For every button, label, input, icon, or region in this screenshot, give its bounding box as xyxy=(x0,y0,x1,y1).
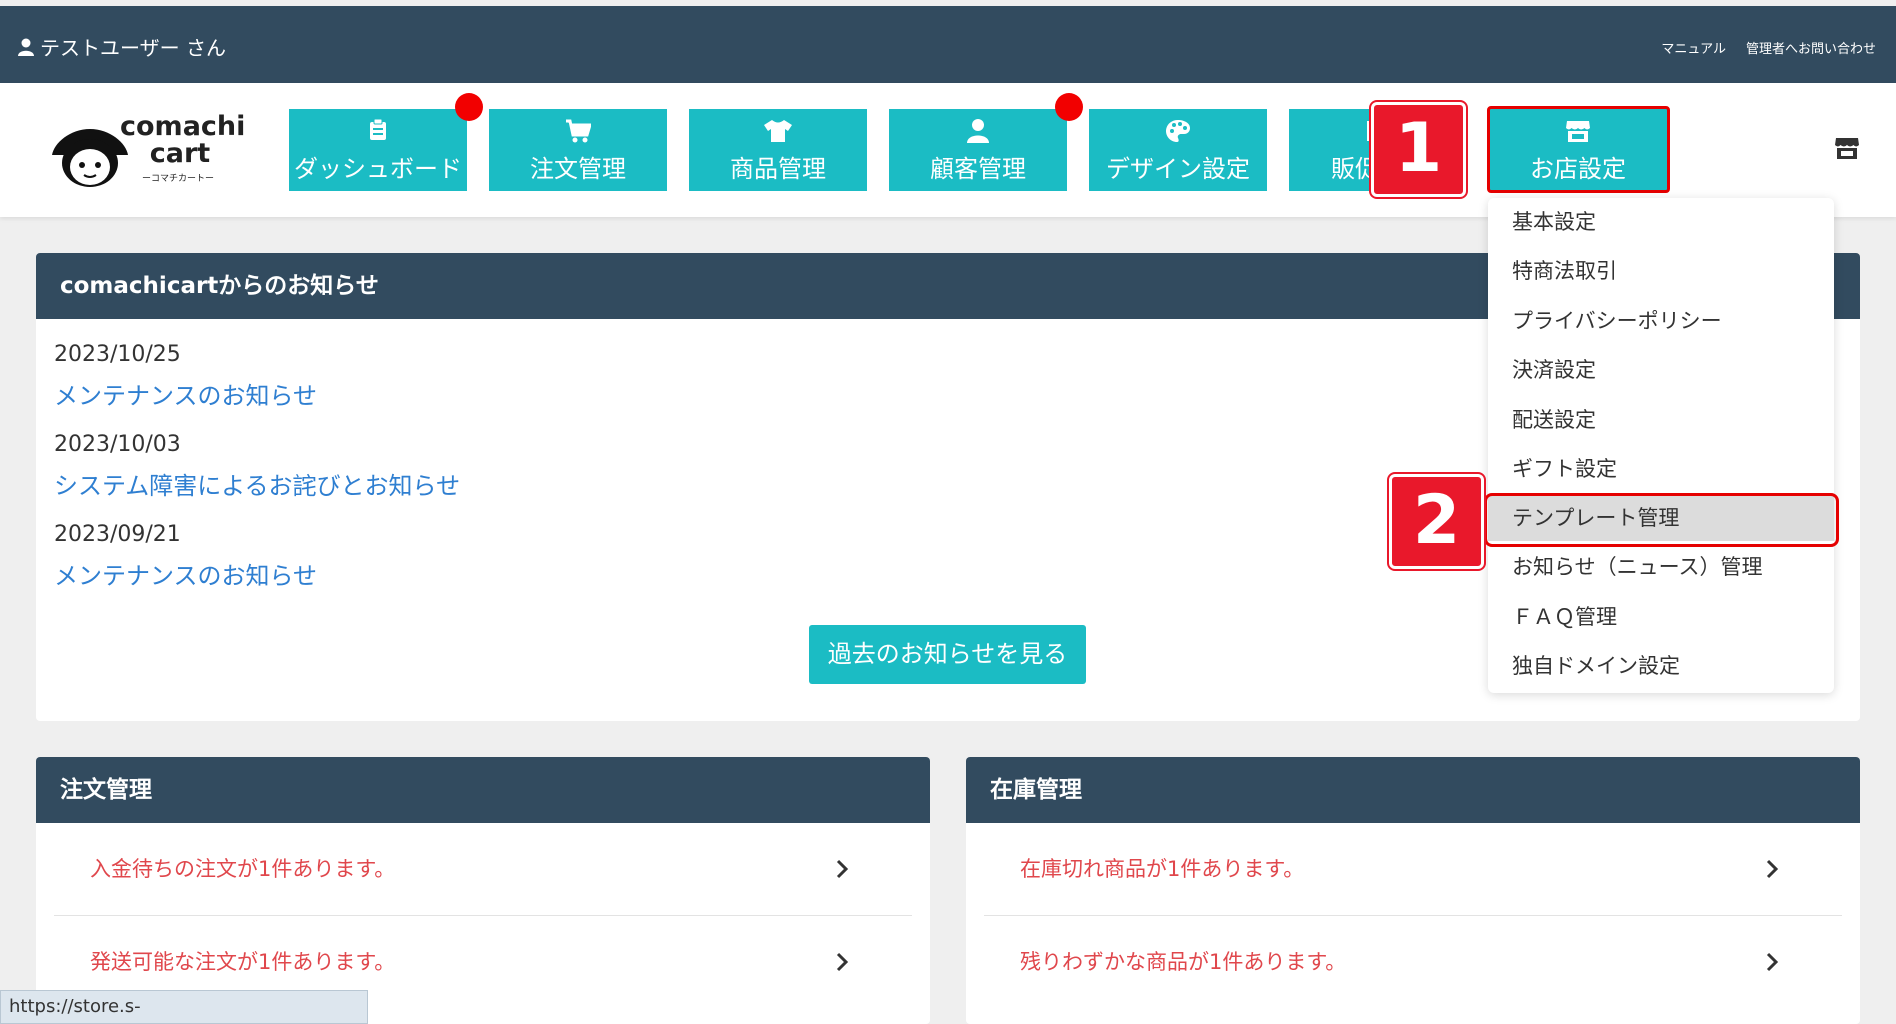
stock-row-text: 在庫切れ商品が1件あります。 xyxy=(1020,857,1305,881)
cart-icon xyxy=(566,119,591,143)
step-2-highlight-frame xyxy=(1484,493,1839,547)
user-icon xyxy=(18,38,34,56)
logo-mascot-icon xyxy=(52,129,128,187)
stock-panel-heading: 在庫管理 xyxy=(966,757,1860,823)
contact-admin-link[interactable]: 管理者へお問い合わせ xyxy=(1746,38,1876,57)
nav-dashboard-label: ダッシュボード xyxy=(294,155,462,183)
orders-panel: 注文管理 入金待ちの注文が1件あります。 発送可能な注文が1件あります。 xyxy=(36,757,930,1024)
manual-link[interactable]: マニュアル xyxy=(1661,38,1726,57)
menu-item-basic-settings[interactable]: 基本設定 xyxy=(1488,200,1834,245)
dashboard-alert-dot xyxy=(455,93,483,121)
nav-orders-button[interactable]: 注文管理 xyxy=(489,109,667,191)
menu-item-gift-settings[interactable]: ギフト設定 xyxy=(1488,447,1834,492)
notice-link[interactable]: メンテナンスのお知らせ xyxy=(54,556,317,591)
user-info[interactable]: テストユーザー さん xyxy=(18,32,226,61)
nav-products-button[interactable]: 商品管理 xyxy=(689,109,867,191)
menu-item-shipping-settings[interactable]: 配送設定 xyxy=(1488,398,1834,443)
nav-customers-label: 顧客管理 xyxy=(930,155,1026,183)
stock-row-text: 残りわずかな商品が1件あります。 xyxy=(1020,950,1347,974)
stock-row[interactable]: 在庫切れ商品が1件あります。 xyxy=(984,823,1842,916)
main-header: comachi cart ーコマチカートー ダッシュボード 注文管理 商品管理 … xyxy=(0,83,1896,217)
step-2-badge: 2 xyxy=(1389,474,1484,569)
store-settings-menu: 基本設定 特商法取引 プライバシーポリシー 決済設定 配送設定 ギフト設定 テン… xyxy=(1488,198,1834,693)
chevron-right-icon xyxy=(836,952,849,972)
notice-link[interactable]: システム障害によるお詫びとお知らせ xyxy=(54,466,460,501)
chevron-right-icon xyxy=(1766,952,1779,972)
nav-design-label: デザイン設定 xyxy=(1106,155,1250,183)
menu-item-payment-settings[interactable]: 決済設定 xyxy=(1488,348,1834,393)
stock-panel: 在庫管理 在庫切れ商品が1件あります。 残りわずかな商品が1件あります。 xyxy=(966,757,1860,1024)
customers-alert-dot xyxy=(1055,93,1083,121)
user-icon xyxy=(967,119,989,143)
nav-products-label: 商品管理 xyxy=(730,155,826,183)
status-bar-url: https://store.s-flyingfox.com/store/temp… xyxy=(0,990,368,1024)
tshirt-icon xyxy=(764,120,792,142)
past-notices-button[interactable]: 過去のお知らせを見る xyxy=(809,625,1086,684)
notice-link[interactable]: メンテナンスのお知らせ xyxy=(54,376,317,411)
step-1-badge: 1 xyxy=(1371,102,1466,197)
comachi-cart-logo[interactable]: comachi cart ーコマチカートー xyxy=(50,111,246,193)
notice-date: 2023/10/03 xyxy=(54,432,181,457)
top-bar: テストユーザー さん マニュアル 管理者へお問い合わせ xyxy=(0,6,1896,83)
menu-item-faq-management[interactable]: ＦＡＱ管理 xyxy=(1488,595,1834,640)
palette-icon xyxy=(1166,120,1190,142)
chevron-right-icon xyxy=(836,859,849,879)
nav-design-button[interactable]: デザイン設定 xyxy=(1089,109,1267,191)
notice-date: 2023/10/25 xyxy=(54,342,181,367)
menu-item-news-management[interactable]: お知らせ（ニュース）管理 xyxy=(1488,545,1834,590)
orders-row[interactable]: 入金待ちの注文が1件あります。 xyxy=(54,823,912,916)
nav-customers-button[interactable]: 顧客管理 xyxy=(889,109,1067,191)
orders-row-text: 入金待ちの注文が1件あります。 xyxy=(90,857,396,881)
clipboard-icon xyxy=(370,119,386,140)
menu-item-privacy-policy[interactable]: プライバシーポリシー xyxy=(1488,299,1834,344)
user-name: テストユーザー さん xyxy=(40,36,226,60)
nav-orders-label: 注文管理 xyxy=(530,155,626,183)
notice-date: 2023/09/21 xyxy=(54,522,181,547)
logo-subtitle: ーコマチカートー xyxy=(142,174,215,184)
step-1-highlight-frame xyxy=(1487,106,1670,193)
menu-item-custom-domain[interactable]: 独自ドメイン設定 xyxy=(1488,644,1834,689)
chevron-right-icon xyxy=(1766,859,1779,879)
nav-dashboard-button[interactable]: ダッシュボード xyxy=(289,109,467,191)
logo-wordmark: comachi cart xyxy=(120,111,246,169)
store-icon[interactable] xyxy=(1834,135,1860,161)
menu-item-commerce-law[interactable]: 特商法取引 xyxy=(1488,249,1834,294)
orders-panel-heading: 注文管理 xyxy=(36,757,930,823)
stock-row[interactable]: 残りわずかな商品が1件あります。 xyxy=(984,916,1842,1009)
orders-row-text: 発送可能な注文が1件あります。 xyxy=(90,950,396,974)
